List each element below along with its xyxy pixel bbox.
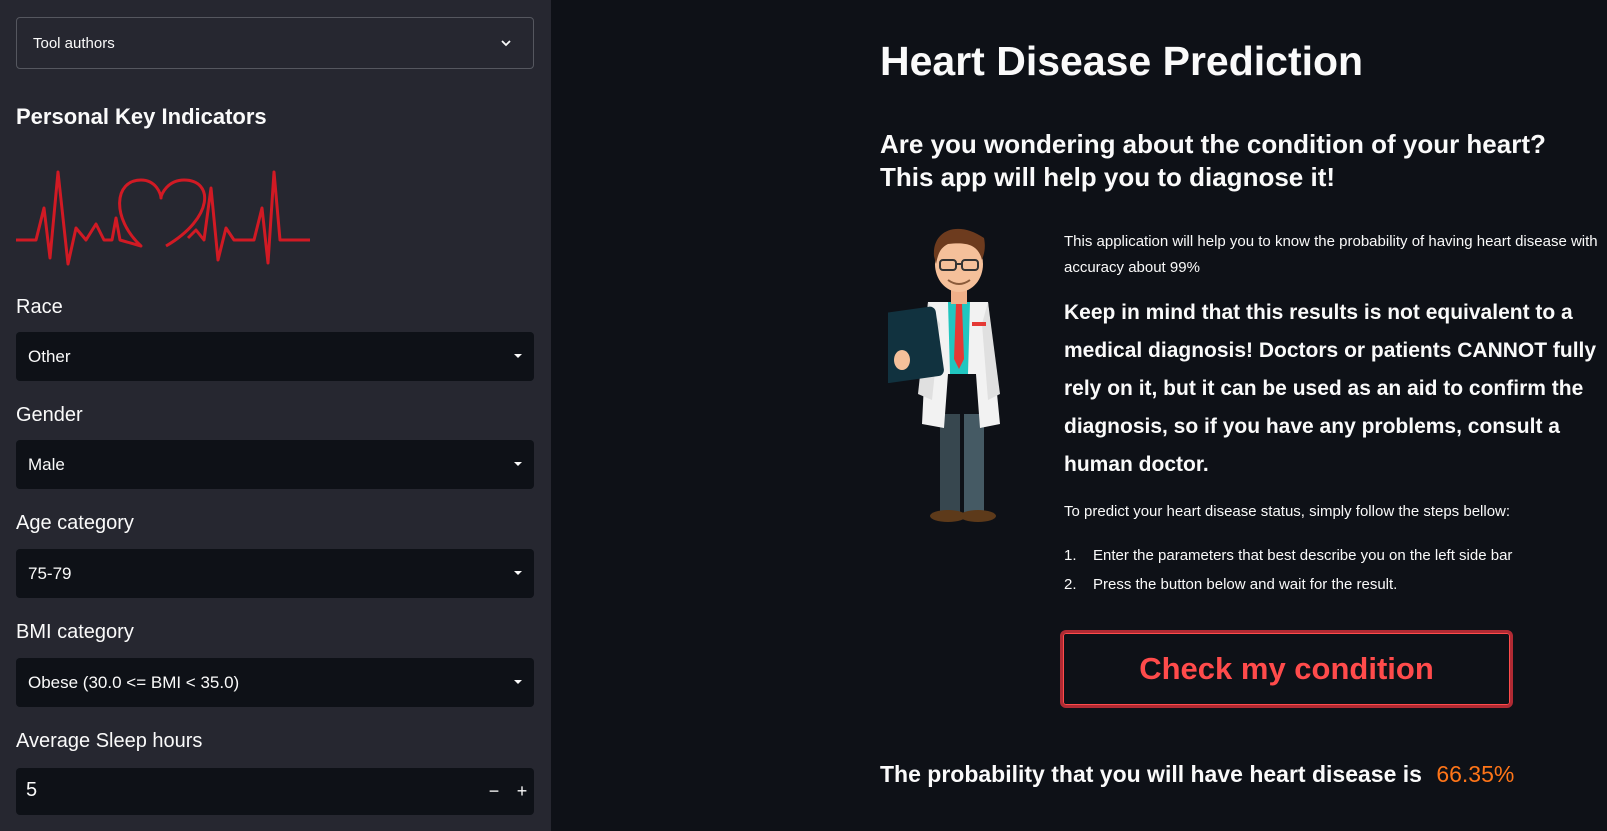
result-probability: 66.35% [1436,761,1515,787]
sleep-hours-value: 5 [26,779,38,801]
gender-value: Male [28,454,65,474]
select-caret-icon [514,462,522,466]
step-number: 1. [1064,547,1077,564]
gender-select[interactable]: Male [16,440,534,489]
steps-list: 1. Enter the parameters that best descri… [1064,547,1512,605]
bmi-category-select[interactable]: Obese (30.0 <= BMI < 35.0) [16,658,534,707]
sleep-hours-input[interactable]: 5 − + [16,768,534,815]
page-subtitle: Are you wondering about the condition of… [880,129,1546,192]
select-caret-icon [514,571,522,575]
step-number: 2. [1064,576,1077,593]
bmi-category-label: BMI category [16,621,134,643]
sleep-hours-label: Average Sleep hours [16,730,203,752]
check-condition-button[interactable]: Check my condition [1060,630,1513,708]
select-caret-icon [514,680,522,684]
tool-authors-label: Tool authors [33,34,115,52]
result-text: The probability that you will have heart… [880,761,1422,787]
race-label: Race [16,296,63,318]
chevron-down-icon [501,40,511,47]
ecg-heart-logo [16,170,310,266]
age-category-select[interactable]: 75-79 [16,549,534,598]
doctor-illustration [888,228,1000,522]
step-text: Press the button below and wait for the … [1093,576,1398,593]
list-item: 1. Enter the parameters that best descri… [1064,547,1512,576]
race-select[interactable]: Other [16,332,534,381]
tool-authors-expander[interactable]: Tool authors [16,17,534,69]
decrement-button[interactable]: − [482,778,506,804]
race-value: Other [28,346,71,366]
gender-label: Gender [16,404,83,426]
list-item: 2. Press the button below and wait for t… [1064,576,1512,605]
sidebar: Tool authors Personal Key Indicators Rac… [0,0,551,831]
intro-text: This application will help you to know t… [1064,233,1598,276]
step-text: Enter the parameters that best describe … [1093,547,1513,564]
age-category-label: Age category [16,512,134,534]
page-title: Heart Disease Prediction [880,38,1364,84]
increment-button[interactable]: + [510,778,534,804]
sidebar-heading: Personal Key Indicators [16,104,267,129]
result-line: The probability that you will have heart… [880,761,1514,788]
bmi-category-value: Obese (30.0 <= BMI < 35.0) [28,672,240,692]
age-category-value: 75-79 [28,563,72,583]
disclaimer-text: Keep in mind that this results is not eq… [1064,301,1597,476]
select-caret-icon [514,354,522,358]
steps-intro: To predict your heart disease status, si… [1064,503,1511,520]
